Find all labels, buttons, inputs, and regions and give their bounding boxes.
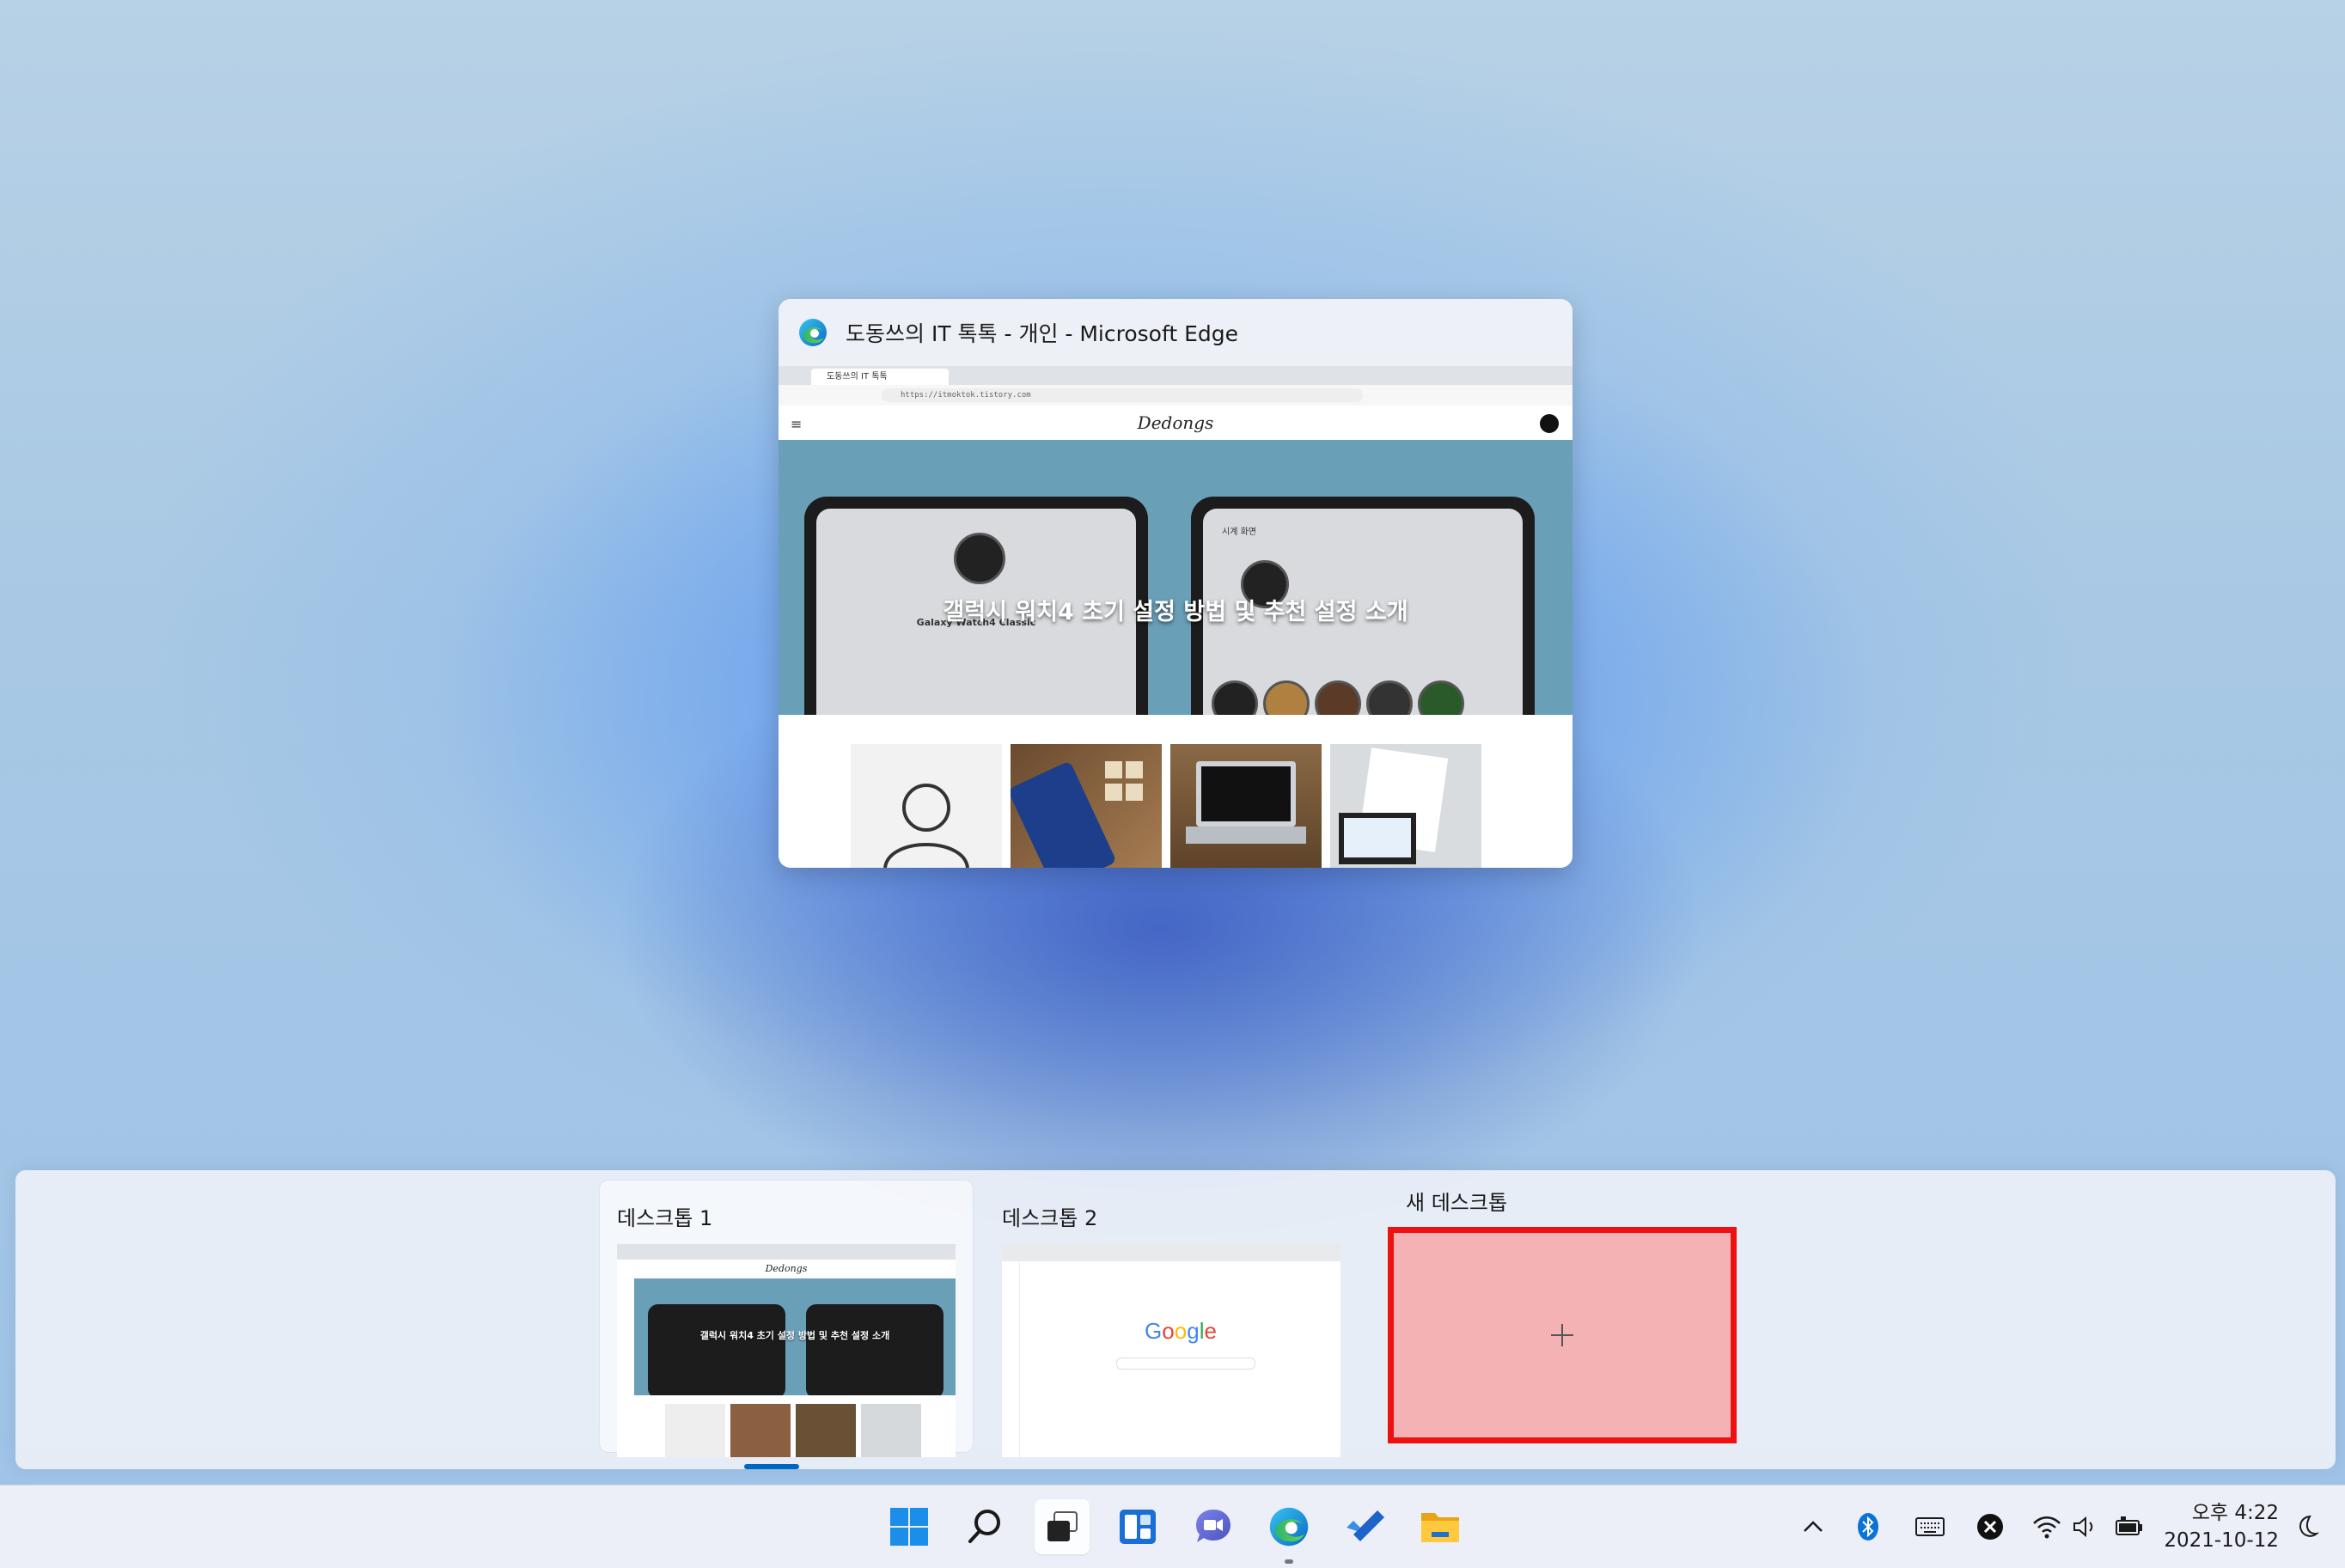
browser-tab-bar: 도동쓰의 IT 톡톡 — [779, 366, 1572, 385]
desktop-1-site-logo: Dedongs — [617, 1260, 956, 1278]
edge-icon — [799, 319, 827, 346]
focus-assist-button[interactable] — [2289, 1510, 2324, 1544]
documents-image — [1339, 747, 1449, 864]
hero-title: 갤럭시 워치4 초기 설정 방법 및 추천 설정 소개 — [943, 599, 1408, 625]
desktop-1-tile[interactable]: 데스크톱 1 Dedongs 갤럭시 워치4 초기 설정 방법 및 추천 설정 … — [600, 1181, 973, 1469]
edge-icon — [1269, 1507, 1309, 1547]
plus-icon — [1551, 1324, 1573, 1346]
watch-face-image — [1212, 680, 1258, 715]
browser-tab: 도동쓰의 IT 톡톡 — [811, 369, 949, 385]
touch-keyboard-button[interactable] — [1913, 1510, 1947, 1544]
post-thumbnails — [851, 744, 1481, 868]
watch-face-image — [1418, 680, 1464, 715]
edge-running-indicator — [1285, 1559, 1293, 1564]
watch-face-image — [1366, 680, 1413, 715]
desktop-1-hero-title: 갤럭시 워치4 초기 설정 방법 및 추천 설정 소개 — [699, 1330, 890, 1341]
close-circle-icon — [1977, 1514, 2003, 1540]
window-preview-edge[interactable]: 도동쓰의 IT 톡톡 - 개인 - Microsoft Edge 도동쓰의 IT… — [779, 299, 1572, 868]
battery-icon — [2116, 1516, 2142, 1535]
thumbnail-documents — [1330, 744, 1481, 868]
file-explorer-icon — [1421, 1513, 1459, 1542]
bluetooth-icon — [1858, 1513, 1878, 1541]
thumbnail-laptop — [1170, 744, 1322, 868]
teams-chat-button[interactable] — [1186, 1499, 1241, 1554]
wifi-icon — [2033, 1516, 2061, 1539]
windows-start-icon — [890, 1508, 928, 1546]
clock-date: 2021-10-12 — [2164, 1529, 2279, 1552]
widgets-icon — [1120, 1510, 1156, 1544]
window-title-bar[interactable]: 도동쓰의 IT 톡톡 - 개인 - Microsoft Edge — [779, 299, 1572, 366]
chevron-up-icon — [1804, 1521, 1823, 1532]
screen-label: 시계 화면 — [1222, 528, 1256, 537]
person-icon — [883, 784, 969, 868]
system-clock[interactable]: 오후 4:22 2021-10-12 — [2159, 1499, 2279, 1554]
google-logo: Google — [1145, 1318, 1217, 1344]
phone-image — [1009, 761, 1143, 868]
task-view-icon — [1047, 1511, 1078, 1541]
browser-url: https://itmoktok.tistory.com — [882, 388, 1363, 402]
hero-banner: Galaxy Watch4 Classic 시계 화면 갤럭시 워치4 초기 설… — [779, 440, 1572, 715]
watch-face-image — [1315, 680, 1361, 715]
desktop-2-preview: Google — [1002, 1244, 1340, 1457]
site-logo: Dedongs — [1137, 412, 1214, 433]
todo-icon — [1347, 1510, 1384, 1541]
virtual-desktops-panel: 데스크톱 1 Dedongs 갤럭시 워치4 초기 설정 방법 및 추천 설정 … — [15, 1170, 2336, 1469]
clock-time: 오후 4:22 — [2191, 1502, 2279, 1524]
taskbar: 오후 4:22 2021-10-12 — [0, 1485, 2345, 1568]
volume-button[interactable] — [2069, 1510, 2104, 1544]
site-header: ≡ Dedongs — [779, 406, 1572, 440]
desktop-2-tile[interactable]: 데스크톱 2 Google — [985, 1181, 1358, 1457]
widgets-button[interactable] — [1110, 1499, 1165, 1554]
file-explorer-button[interactable] — [1413, 1499, 1468, 1554]
google-search-box — [1116, 1358, 1255, 1370]
search-button[interactable] — [957, 1499, 1012, 1554]
browser-address-bar: https://itmoktok.tistory.com — [779, 385, 1572, 406]
teams-chat-icon — [1196, 1510, 1231, 1542]
keyboard-icon — [1915, 1517, 1945, 1536]
speaker-icon — [2073, 1516, 2093, 1538]
window-content-preview: 도동쓰의 IT 톡톡 https://itmoktok.tistory.com … — [779, 366, 1572, 868]
edge-taskbar-button[interactable] — [1261, 1499, 1316, 1554]
tray-app-button[interactable] — [1973, 1510, 2007, 1544]
desktop-1-preview: Dedongs 갤럭시 워치4 초기 설정 방법 및 추천 설정 소개 — [617, 1244, 956, 1457]
thumbnail-person-placeholder — [851, 744, 1002, 868]
bluetooth-button[interactable] — [1851, 1510, 1885, 1544]
start-button[interactable] — [882, 1499, 937, 1554]
network-button[interactable] — [2030, 1510, 2064, 1544]
desktop-1-label: 데스크톱 1 — [617, 1206, 713, 1230]
battery-button[interactable] — [2112, 1510, 2147, 1544]
laptop-image — [1186, 761, 1306, 844]
new-desktop-label: 새 데스크톱 — [1406, 1191, 1508, 1215]
todo-button[interactable] — [1337, 1499, 1392, 1554]
watch-face-image — [1263, 680, 1310, 715]
watch-face-image — [954, 533, 1005, 584]
task-view-button[interactable] — [1035, 1499, 1090, 1554]
current-desktop-indicator — [744, 1464, 799, 1469]
show-hidden-icons-button[interactable] — [1796, 1510, 1830, 1544]
desktop-2-label: 데스크톱 2 — [1002, 1206, 1098, 1230]
apps-icon — [1540, 414, 1559, 433]
thumbnail-social-media — [1009, 744, 1162, 868]
search-icon — [968, 1510, 1000, 1543]
moon-icon — [2299, 1515, 2319, 1537]
new-desktop-button[interactable] — [1388, 1227, 1737, 1443]
window-title: 도동쓰의 IT 톡톡 - 개인 - Microsoft Edge — [846, 321, 1238, 346]
